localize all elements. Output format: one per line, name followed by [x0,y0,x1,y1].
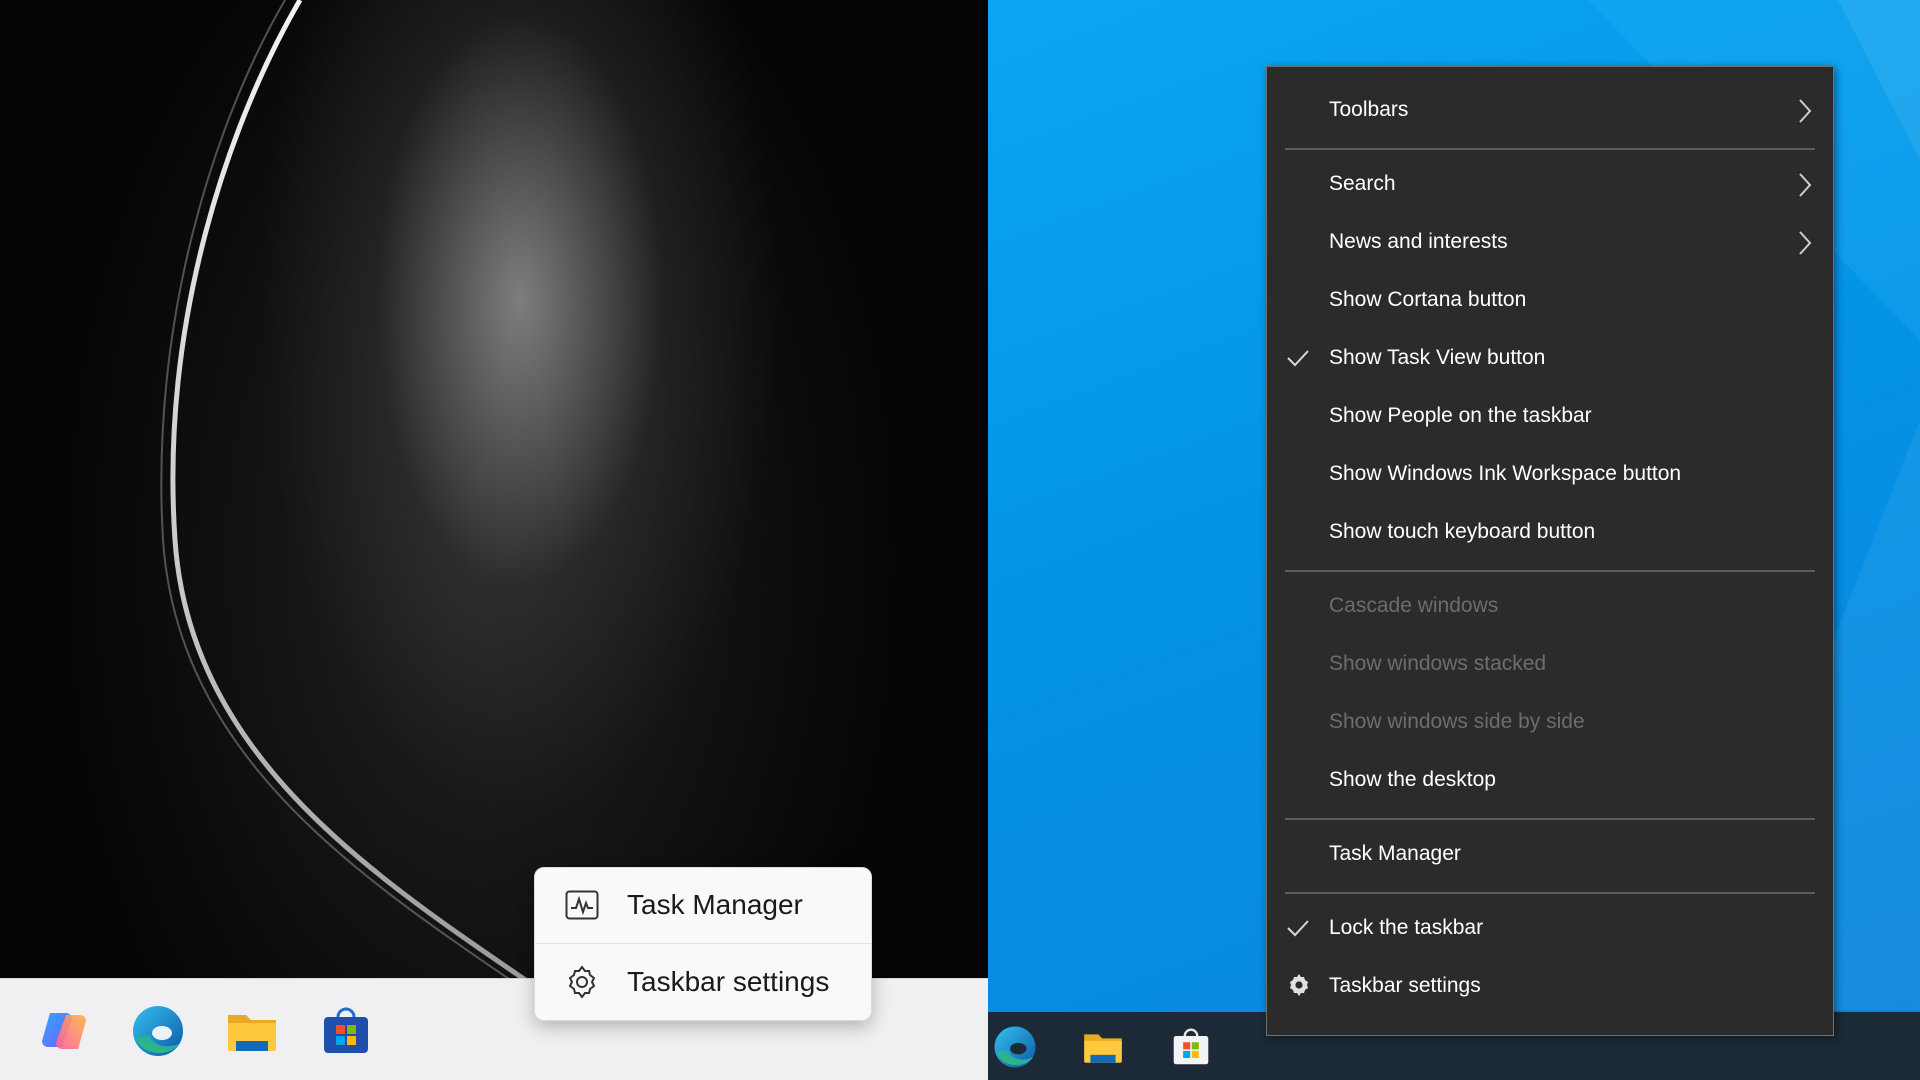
chevron-right-icon [1799,231,1812,255]
menu-label: Show windows side by side [1329,710,1585,733]
microsoft-store-icon[interactable] [1166,1022,1216,1072]
chevron-right-icon [1799,99,1812,123]
gear-icon [1290,974,1308,996]
menu-item-lock-the-taskbar[interactable]: Lock the taskbar [1267,901,1833,957]
menu-item-show-windows-stacked: Show windows stacked [1267,637,1833,693]
w11-taskbar-settings-label: Taskbar settings [627,966,830,997]
menu-item-show-cortana-button[interactable]: Show Cortana button [1267,273,1833,329]
edge-icon[interactable] [128,1001,188,1061]
windows10-desktop: Toolbars Search News and interests Show … [988,0,1920,1080]
w11-task-manager-item[interactable]: Task Manager [535,868,871,942]
menu-item-cascade-windows: Cascade windows [1267,579,1833,635]
menu-item-task-manager[interactable]: Task Manager [1267,827,1833,883]
windows11-desktop: Task Manager Taskbar settings [0,0,988,1080]
copilot-icon[interactable] [34,1001,94,1061]
menu-label: Lock the taskbar [1329,916,1484,939]
checkmark-icon [1287,350,1309,367]
menu-label: Search [1329,172,1396,195]
menu-divider [1285,570,1815,572]
w11-task-manager-label: Task Manager [627,889,803,920]
menu-label: Show the desktop [1329,768,1496,791]
menu-item-search[interactable]: Search [1267,157,1833,213]
menu-label: Show Windows Ink Workspace button [1329,462,1682,485]
task-manager-icon [565,890,599,920]
menu-item-show-the-desktop[interactable]: Show the desktop [1267,753,1833,809]
file-explorer-icon[interactable] [1078,1022,1128,1072]
menu-label: Toolbars [1329,98,1409,121]
menu-label: Show Cortana button [1329,288,1527,311]
menu-label: Taskbar settings [1329,974,1481,997]
w11-taskbar-settings-item[interactable]: Taskbar settings [535,945,871,1019]
menu-label: News and interests [1329,230,1508,253]
gear-icon [568,965,596,999]
menu-item-show-windows-side-by-side: Show windows side by side [1267,695,1833,751]
menu-label: Cascade windows [1329,594,1499,617]
menu-item-show-task-view-button[interactable]: Show Task View button [1267,331,1833,387]
windows11-taskbar-context-menu: Task Manager Taskbar settings [534,867,872,1021]
menu-item-show-people[interactable]: Show People on the taskbar [1267,389,1833,445]
menu-label: Show Task View button [1329,346,1546,369]
menu-divider [1285,892,1815,894]
menu-item-news-and-interests[interactable]: News and interests [1267,215,1833,271]
checkmark-icon [1287,920,1309,937]
edge-icon[interactable] [990,1022,1040,1072]
menu-divider [1285,148,1815,150]
menu-divider [1285,818,1815,820]
menu-label: Show People on the taskbar [1329,404,1592,427]
menu-label: Show windows stacked [1329,652,1547,675]
chevron-right-icon [1799,173,1812,197]
menu-item-show-touch-keyboard[interactable]: Show touch keyboard button [1267,505,1833,561]
menu-divider [535,943,871,944]
menu-label: Show touch keyboard button [1329,520,1596,543]
windows10-taskbar-context-menu: Toolbars Search News and interests Show … [1266,66,1834,1036]
menu-item-show-ink-workspace[interactable]: Show Windows Ink Workspace button [1267,447,1833,503]
file-explorer-icon[interactable] [222,1001,282,1061]
menu-item-taskbar-settings[interactable]: Taskbar settings [1267,959,1833,1015]
microsoft-store-icon[interactable] [316,1001,376,1061]
menu-item-toolbars[interactable]: Toolbars [1267,83,1833,139]
menu-label: Task Manager [1329,842,1461,865]
